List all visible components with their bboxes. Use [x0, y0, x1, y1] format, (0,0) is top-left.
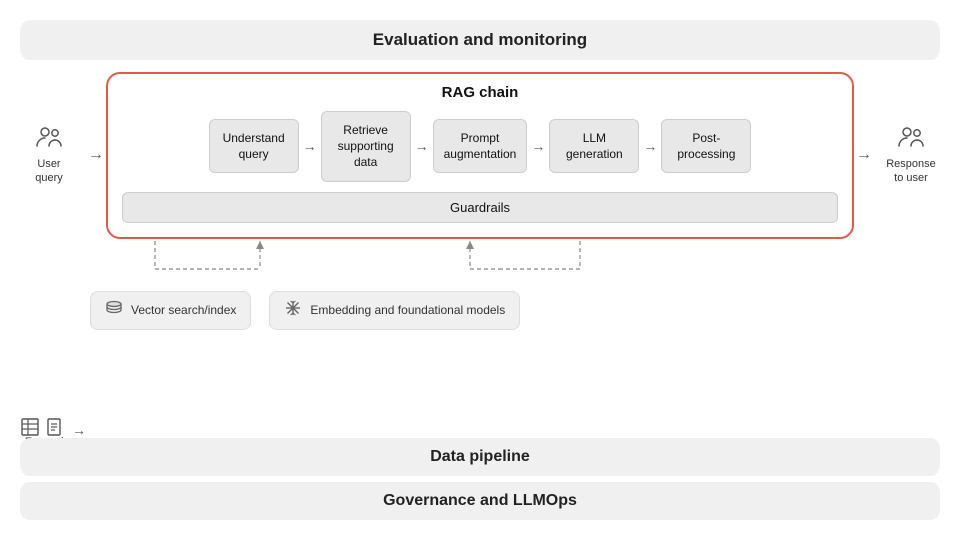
bottom-banners: Data pipeline Governance and LLMOps	[20, 438, 940, 520]
user-to-rag-arrow: →	[88, 146, 104, 164]
supporting-chips: Vector search/index Embedding and founda…	[20, 291, 940, 330]
step-llm: LLMgeneration	[549, 119, 639, 173]
steps-row: Understandquery → Retrievesupportingdata…	[122, 111, 838, 182]
connector-arrows-svg	[90, 239, 910, 291]
arrow-3: →	[531, 138, 545, 154]
arrow-4: →	[643, 138, 657, 154]
main-content: Userquery → RAG chain Understandquery → …	[20, 72, 940, 239]
guardrails-row: Guardrails	[122, 192, 838, 223]
vector-search-chip: Vector search/index	[90, 291, 251, 330]
response-label: Responseto user	[886, 157, 936, 186]
diagram-container: Evaluation and monitoring Userquery → RA…	[10, 10, 950, 530]
snowflake-icon	[284, 299, 302, 322]
arrow-2: →	[415, 138, 429, 154]
vector-search-label: Vector search/index	[131, 303, 236, 317]
user-query-section: Userquery	[20, 125, 78, 186]
eval-banner: Evaluation and monitoring	[20, 20, 940, 60]
governance-banner: Governance and LLMOps	[20, 482, 940, 520]
connectors-section	[90, 239, 940, 291]
rag-to-response-arrow: →	[856, 146, 872, 164]
step-retrieve: Retrievesupportingdata	[321, 111, 411, 182]
user-icon	[35, 125, 63, 155]
response-icon	[897, 125, 925, 155]
embedding-label: Embedding and foundational models	[310, 303, 505, 317]
embedding-chip: Embedding and foundational models	[269, 291, 520, 330]
step-prompt: Promptaugmentation	[433, 119, 528, 173]
rag-chain-title: RAG chain	[122, 84, 838, 101]
user-query-label: Userquery	[35, 157, 63, 186]
rag-chain-box: RAG chain Understandquery → Retrievesupp…	[106, 72, 854, 239]
response-user-section: Responseto user	[882, 125, 940, 186]
layers-icon	[105, 299, 123, 322]
data-pipeline-banner: Data pipeline	[20, 438, 940, 476]
step-postprocess: Post-processing	[661, 119, 751, 173]
step-understand: Understandquery	[209, 119, 299, 173]
arrow-1: →	[303, 138, 317, 154]
